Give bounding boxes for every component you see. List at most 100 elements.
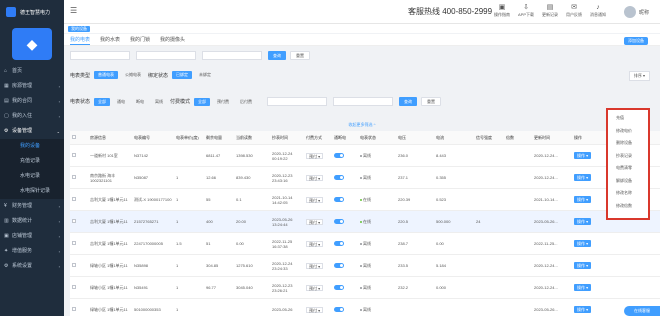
- search-input-3[interactable]: [202, 51, 262, 60]
- sidebar-item-value-added[interactable]: ✦ 增值服务 ›: [0, 244, 64, 259]
- operation-button[interactable]: 操作 ▾: [574, 262, 592, 269]
- tab-door-lock[interactable]: 我的门锁: [130, 34, 150, 45]
- tab-camera[interactable]: 我的摄像头: [160, 34, 185, 45]
- sidebar-sub-recharge[interactable]: 充值记录: [0, 154, 64, 169]
- row-checkbox[interactable]: [70, 153, 88, 158]
- row-checkbox[interactable]: [70, 175, 88, 180]
- cell-voltage: 232.2: [398, 285, 409, 290]
- row-checkbox[interactable]: [70, 197, 88, 202]
- select-all-checkbox[interactable]: [70, 131, 88, 144]
- cell-remain: 6811.47: [206, 153, 221, 158]
- meter-status-offline[interactable]: 离线: [151, 98, 167, 106]
- add-device-button[interactable]: 添加设备: [624, 37, 648, 45]
- status-search-button[interactable]: 查询: [399, 97, 418, 106]
- page-tag[interactable]: 我的设备: [68, 25, 90, 32]
- power-toggle[interactable]: [332, 175, 358, 181]
- cell-no: N35898: [134, 263, 149, 268]
- header-action-notify[interactable]: ♪ 消息通知: [586, 3, 610, 18]
- online-service-button[interactable]: 在线客服: [624, 306, 660, 316]
- sidebar-item-finance[interactable]: ¥ 财务管理 ›: [0, 199, 64, 214]
- pay-mode-select[interactable]: 预付 ▾: [304, 284, 332, 291]
- operation-button[interactable]: 操作 ▾: [574, 306, 592, 313]
- meter-type-normal[interactable]: 普通电表: [94, 71, 119, 79]
- status-reset-button[interactable]: 重置: [421, 97, 442, 106]
- cell-updated: 2023-05-26...: [534, 219, 558, 224]
- reset-button[interactable]: 重置: [290, 51, 310, 60]
- sidebar-sub-probe-records[interactable]: 水电探针记录: [0, 184, 64, 199]
- cell-house: 绿轴小区 1幢1单元11: [90, 263, 128, 268]
- sidebar-item-home[interactable]: ⌂ 首页: [0, 64, 64, 79]
- row-checkbox[interactable]: [70, 263, 88, 268]
- sidebar-item-contracts[interactable]: ▤ 我的合同 ›: [0, 94, 64, 109]
- meter-type-shared[interactable]: 公摊电表: [121, 71, 145, 79]
- pay-mode-prepaid[interactable]: 预付费: [213, 98, 233, 106]
- search-button[interactable]: 查询: [268, 51, 286, 60]
- collapse-filter-link[interactable]: 收起更多筛选 ^: [64, 122, 660, 128]
- status-search-input-1[interactable]: [267, 97, 328, 106]
- pay-mode-select[interactable]: 预付 ▾: [304, 218, 332, 225]
- sidebar-item-devices[interactable]: ⚙ 设备管理 ⌄: [0, 124, 64, 139]
- pay-mode-select[interactable]: 预付 ▾: [304, 262, 332, 269]
- row-checkbox[interactable]: [70, 285, 88, 290]
- sidebar-item-settings[interactable]: ⚙ 系统设置 ›: [0, 259, 64, 274]
- tab-electric-meter[interactable]: 我的电表: [70, 34, 91, 45]
- sidebar-item-houses[interactable]: ▦ 房源管理 ›: [0, 79, 64, 94]
- device-icon: ⚙: [4, 128, 9, 134]
- pay-mode-select[interactable]: 预付 ▾: [304, 196, 332, 203]
- sidebar-sub-utility-records[interactable]: 水电记录: [0, 169, 64, 184]
- menu-item-unbind[interactable]: 解绑设备: [608, 175, 648, 188]
- pay-mode-all[interactable]: 全部: [194, 97, 211, 106]
- row-checkbox[interactable]: [70, 307, 88, 312]
- pay-mode-select[interactable]: 预付 ▾: [304, 152, 332, 159]
- menu-item-recharge[interactable]: 充值: [608, 112, 648, 125]
- sidebar-item-checkin[interactable]: ▢ 我的入住 ›: [0, 109, 64, 124]
- menu-item-delete-device[interactable]: 删除设备: [608, 137, 648, 150]
- operation-button[interactable]: 操作 ▾: [574, 152, 592, 159]
- operation-button[interactable]: 操作 ▾: [574, 284, 592, 291]
- menu-item-edit-price[interactable]: 修改电价: [608, 125, 648, 138]
- power-toggle[interactable]: [332, 285, 358, 291]
- meter-status-on[interactable]: 通电: [113, 98, 129, 106]
- bind-status-unbound[interactable]: 未绑定: [195, 71, 215, 79]
- header-action-download[interactable]: ⇩ APP下载: [514, 3, 538, 18]
- tab-water-meter[interactable]: 我的水表: [100, 34, 120, 45]
- menu-collapse-icon[interactable]: ☰: [70, 6, 77, 15]
- header-action-feedback[interactable]: ✉ 用户反馈: [562, 3, 586, 18]
- power-toggle[interactable]: [332, 241, 358, 247]
- row-checkbox[interactable]: [70, 219, 88, 224]
- pay-mode-postpaid[interactable]: 后付费: [236, 98, 256, 106]
- power-toggle[interactable]: [332, 153, 358, 159]
- menu-item-clear-fee[interactable]: 电费清零: [608, 162, 648, 175]
- pay-mode-select[interactable]: 预付 ▾: [304, 306, 332, 313]
- meter-status-off[interactable]: 断电: [132, 98, 148, 106]
- meter-status-all[interactable]: 全部: [94, 97, 111, 106]
- sidebar-item-store[interactable]: ▣ 店铺管理 ›: [0, 229, 64, 244]
- menu-item-rename[interactable]: 修改名称: [608, 187, 648, 200]
- search-input-1[interactable]: [70, 51, 130, 60]
- user-menu[interactable]: 昵称: [624, 6, 649, 18]
- operation-button[interactable]: 操作 ▾: [574, 196, 592, 203]
- row-checkbox[interactable]: [70, 241, 88, 246]
- status-search-input-2[interactable]: [333, 97, 394, 106]
- pay-mode-select[interactable]: 预付 ▾: [304, 240, 332, 247]
- menu-item-edit-ratio[interactable]: 修改倍数: [608, 200, 648, 213]
- cell-reading: 0.00: [236, 241, 244, 246]
- bind-status-bound[interactable]: 已绑定: [172, 71, 193, 79]
- pay-mode-select[interactable]: 预付 ▾: [304, 174, 332, 181]
- meter-type-label: 电表类型: [70, 72, 91, 79]
- power-toggle[interactable]: [332, 219, 358, 225]
- power-toggle[interactable]: [332, 197, 358, 203]
- finance-icon: ¥: [4, 203, 7, 209]
- power-toggle[interactable]: [332, 263, 358, 269]
- header-action-records[interactable]: ▤ 更新记录: [538, 3, 562, 18]
- operation-button[interactable]: 操作 ▾: [574, 174, 592, 181]
- sort-select[interactable]: 排序 ▾: [628, 71, 650, 81]
- sidebar-item-stats[interactable]: ▥ 数据统计 ›: [0, 214, 64, 229]
- operation-button[interactable]: 操作 ▾: [574, 240, 592, 247]
- operation-button[interactable]: 操作 ▾: [574, 218, 592, 225]
- search-input-2[interactable]: [136, 51, 196, 60]
- menu-item-reading-records[interactable]: 抄表记录: [608, 150, 648, 163]
- header-action-guide[interactable]: ▣ 操作指南: [490, 3, 514, 18]
- sidebar-sub-my-devices[interactable]: 我的设备: [0, 139, 64, 154]
- power-toggle[interactable]: [332, 307, 358, 313]
